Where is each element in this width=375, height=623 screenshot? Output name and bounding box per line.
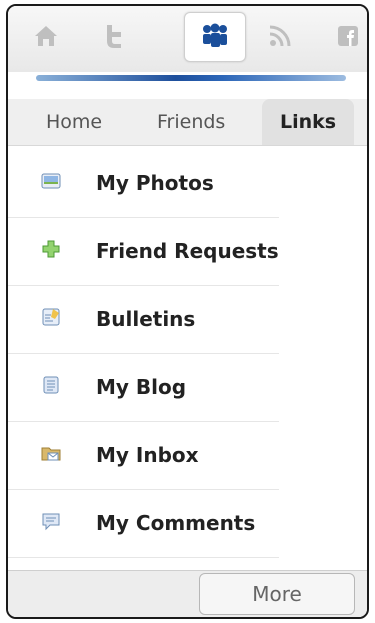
inbox-icon xyxy=(41,443,61,463)
tab-friends[interactable]: Friends xyxy=(157,99,225,145)
rss-icon[interactable] xyxy=(258,14,302,58)
app-frame: Home Friends Links My Photos Friend Requ… xyxy=(6,4,369,619)
tab-links[interactable]: Links xyxy=(262,99,355,145)
photo-icon xyxy=(41,171,61,191)
list-item-label: Bulletins xyxy=(96,307,196,331)
bulletin-icon xyxy=(41,307,61,327)
add-friend-icon xyxy=(41,239,61,259)
accent-bar xyxy=(36,75,346,81)
comments-icon xyxy=(41,511,61,531)
list-item-label: My Blog xyxy=(96,375,187,399)
home-icon[interactable] xyxy=(24,14,68,58)
more-button[interactable]: More xyxy=(199,573,355,615)
myspace-icon[interactable] xyxy=(184,12,246,62)
list-item-friend-requests[interactable]: Friend Requests xyxy=(8,218,279,286)
list-item-my-inbox[interactable]: My Inbox xyxy=(8,422,279,490)
list-item-label: My Inbox xyxy=(96,443,199,467)
twitter-icon[interactable] xyxy=(92,14,136,58)
bottom-bar: More xyxy=(8,570,367,617)
facebook-icon[interactable] xyxy=(326,14,367,58)
list-item-my-photos[interactable]: My Photos xyxy=(8,150,279,218)
list-item-label: My Photos xyxy=(96,171,214,195)
blog-icon xyxy=(41,375,61,395)
list-item-label: My Comments xyxy=(96,511,256,535)
top-icon-bar xyxy=(8,6,367,72)
list-item-my-blog[interactable]: My Blog xyxy=(8,354,279,422)
list-item-label: Friend Requests xyxy=(96,239,279,263)
tab-bar: Home Friends Links xyxy=(8,99,367,146)
tab-home[interactable]: Home xyxy=(46,99,102,145)
list-item-bulletins[interactable]: Bulletins xyxy=(8,286,279,354)
list-item-my-comments[interactable]: My Comments xyxy=(8,490,279,558)
